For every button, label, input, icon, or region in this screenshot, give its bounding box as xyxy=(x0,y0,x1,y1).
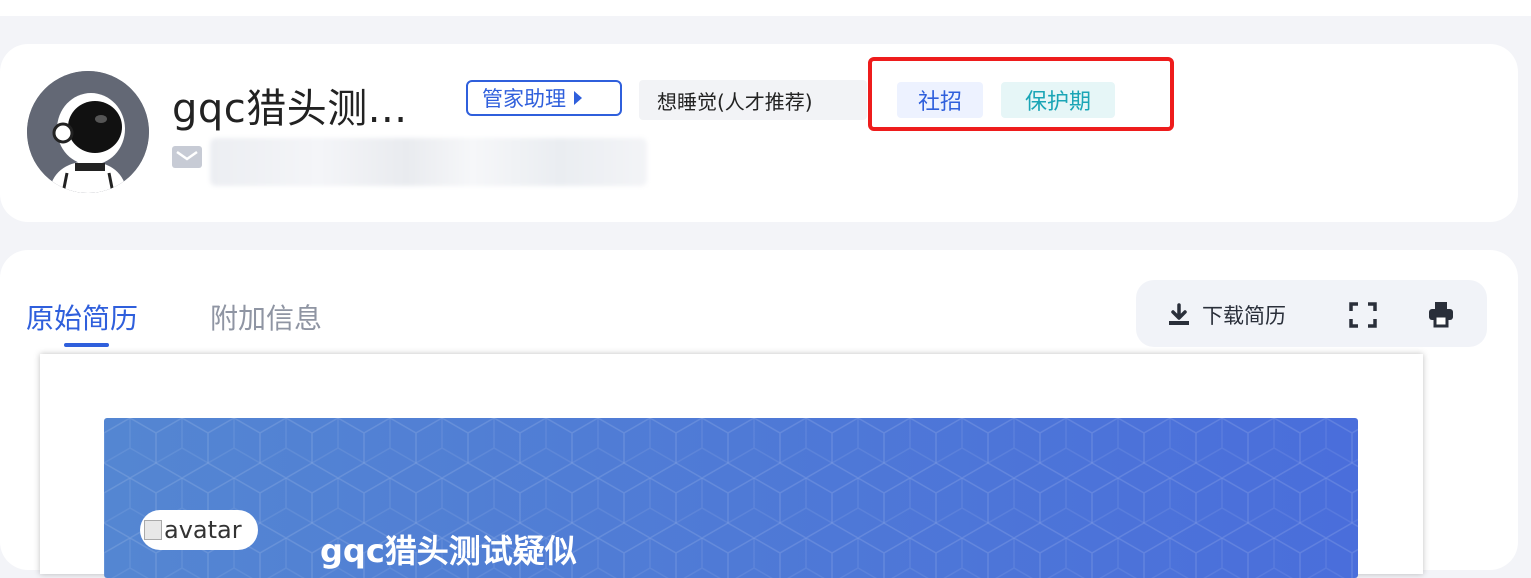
resume-avatar-image: avatar xyxy=(140,510,258,550)
resume-banner xyxy=(104,418,1358,578)
download-resume-button[interactable]: 下载简历 xyxy=(1166,300,1286,330)
astronaut-icon xyxy=(27,71,149,193)
email-redacted xyxy=(210,138,647,186)
top-strip xyxy=(0,0,1531,16)
resume-candidate-name: gqc猎头测试疑似 xyxy=(320,532,577,570)
resume-avatar-alt: avatar xyxy=(164,516,242,544)
mail-icon xyxy=(172,146,202,168)
tab-original-resume[interactable]: 原始简历 xyxy=(26,297,138,337)
agent-tag-label: 管家助理 xyxy=(482,87,566,111)
avatar[interactable] xyxy=(27,71,149,193)
caret-right-icon xyxy=(574,91,582,105)
download-icon xyxy=(1169,303,1189,325)
download-resume-label: 下载简历 xyxy=(1202,304,1286,328)
candidate-name: gqc猎头测... xyxy=(172,86,408,132)
agent-tag-button[interactable]: 管家助理 xyxy=(466,80,622,116)
active-tab-indicator xyxy=(64,343,109,347)
channel-tag: 想睡觉(人才推荐) xyxy=(639,80,867,120)
tab-additional-info[interactable]: 附加信息 xyxy=(210,297,322,337)
print-icon[interactable] xyxy=(1427,300,1455,328)
highlight-annotation-box xyxy=(868,57,1174,131)
broken-image-icon xyxy=(144,520,162,540)
fullscreen-icon[interactable] xyxy=(1349,302,1377,328)
hexagon-pattern xyxy=(104,418,1358,578)
